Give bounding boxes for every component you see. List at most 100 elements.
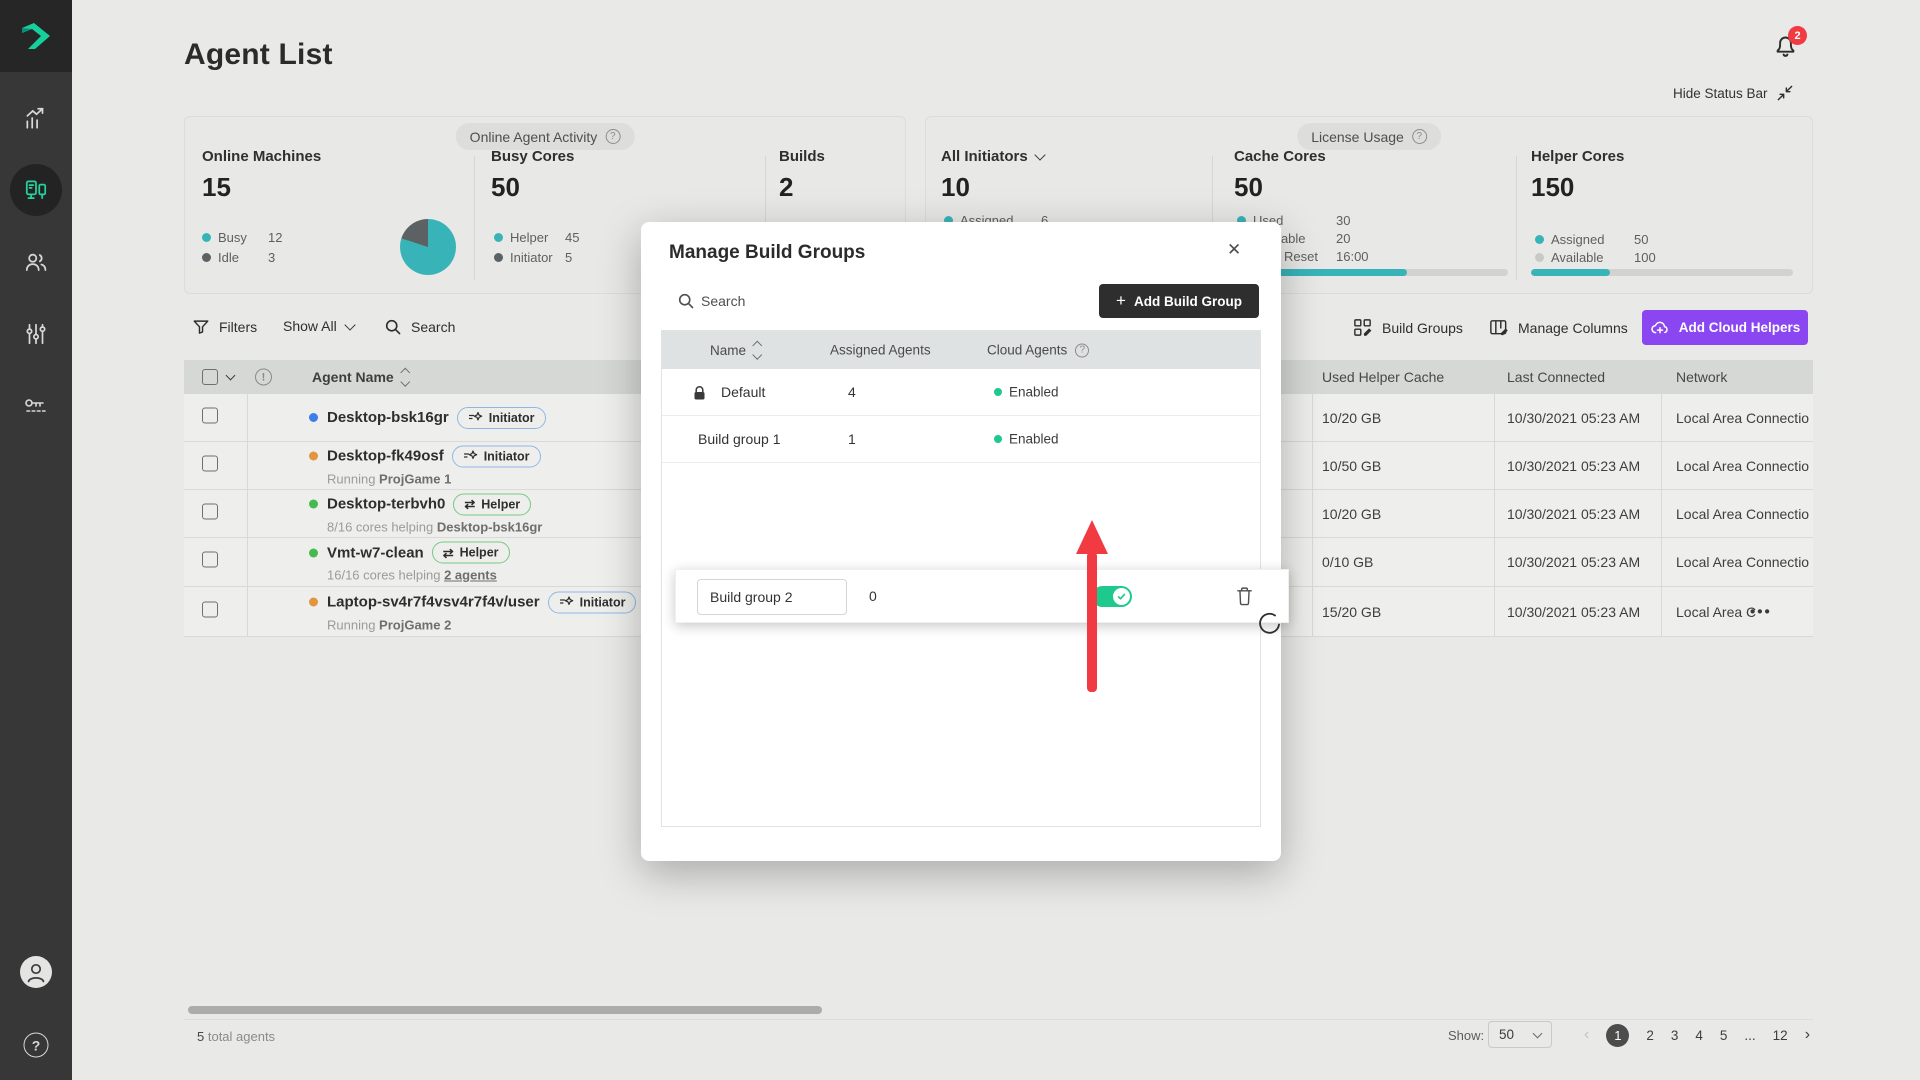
agent-name-column-header[interactable]: Agent Name bbox=[312, 367, 410, 387]
manage-columns-icon bbox=[1490, 320, 1508, 336]
cursor-artifact bbox=[1259, 612, 1280, 634]
agent-cell: Vmt-w7-clean ⇄ Helper 16/16 cores helpin… bbox=[309, 541, 510, 583]
all-initiators-value: 10 bbox=[941, 172, 970, 202]
help-tooltip-icon[interactable] bbox=[605, 129, 621, 144]
name-column-header[interactable]: Name bbox=[710, 340, 762, 360]
chart-icon bbox=[26, 107, 44, 129]
page-size-select[interactable]: 50 bbox=[1488, 1021, 1552, 1048]
delete-group-button[interactable] bbox=[1235, 585, 1254, 607]
chevron-down-icon bbox=[1034, 149, 1046, 161]
add-cloud-helpers-label: Add Cloud Helpers bbox=[1678, 320, 1801, 335]
agents-link[interactable]: 2 agents bbox=[444, 568, 497, 583]
group-name: Build group 1 bbox=[698, 431, 781, 447]
show-all-dropdown[interactable]: Show All bbox=[283, 318, 356, 334]
page-button[interactable]: 12 bbox=[1773, 1028, 1788, 1043]
row-checkbox[interactable] bbox=[202, 601, 218, 622]
network-cell: Local Area Connection bbox=[1676, 457, 1809, 474]
cloud-agents-label: Cloud Agents bbox=[987, 342, 1068, 358]
used-helper-cache-header: Used Helper Cache bbox=[1322, 369, 1445, 385]
badge-label: Initiator bbox=[483, 449, 530, 463]
page-button[interactable]: 4 bbox=[1695, 1028, 1703, 1043]
sidebar-item-profile[interactable] bbox=[19, 955, 53, 989]
sidebar-item-agents-active[interactable] bbox=[10, 164, 62, 216]
initiator-badge: Initiator bbox=[547, 591, 637, 613]
row-checkbox[interactable] bbox=[202, 551, 218, 573]
help-tooltip-icon[interactable] bbox=[1075, 343, 1090, 357]
build-groups-label: Build Groups bbox=[1382, 319, 1463, 336]
sidebar-item-help[interactable] bbox=[23, 1032, 49, 1058]
app-logo[interactable] bbox=[0, 0, 72, 72]
sidebar-item-settings[interactable] bbox=[23, 321, 49, 347]
chevron-down-icon bbox=[225, 370, 236, 381]
group-name-input[interactable] bbox=[697, 579, 847, 615]
cache-cores-label: Cache Cores bbox=[1234, 148, 1326, 165]
trash-icon bbox=[1237, 587, 1252, 606]
close-icon[interactable] bbox=[1227, 240, 1241, 260]
search-button[interactable]: Search bbox=[384, 318, 455, 336]
assigned-count: 4 bbox=[848, 384, 856, 400]
sidebar-item-dashboard[interactable] bbox=[23, 105, 49, 131]
connected-cell: 10/30/2021 05:23 AM bbox=[1507, 554, 1641, 570]
add-cloud-helpers-button[interactable]: Add Cloud Helpers bbox=[1642, 310, 1808, 345]
cache-cell: 15/20 GB bbox=[1322, 603, 1382, 620]
status-dot bbox=[309, 499, 318, 509]
select-all-checkbox[interactable] bbox=[202, 369, 236, 385]
notifications-button[interactable]: 2 bbox=[1772, 26, 1807, 66]
idle-label: Idle bbox=[218, 250, 239, 265]
row-checkbox[interactable] bbox=[202, 455, 218, 476]
network-cell: Local Area Connection bbox=[1676, 505, 1809, 522]
reset-label: Reset bbox=[1284, 249, 1318, 264]
status-dot bbox=[309, 451, 318, 461]
last-connected-header: Last Connected bbox=[1507, 369, 1606, 385]
hc-assigned-dot bbox=[1535, 235, 1544, 244]
build-group-row[interactable]: Build group 1 1 Enabled bbox=[662, 416, 1260, 463]
sidebar-item-users[interactable] bbox=[23, 249, 49, 275]
footer-divider bbox=[184, 1019, 1813, 1020]
horizontal-scrollbar[interactable] bbox=[188, 1006, 822, 1014]
helper-cores-label: Helper Cores bbox=[1531, 148, 1625, 165]
filter-icon bbox=[193, 320, 209, 334]
add-build-group-button[interactable]: Add Build Group bbox=[1099, 284, 1259, 318]
build-groups-icon bbox=[1354, 319, 1372, 336]
connected-cell: 10/30/2021 05:23 AM bbox=[1507, 505, 1641, 522]
network-cell: Local Area Connection bbox=[1676, 554, 1809, 570]
all-initiators-dropdown[interactable]: All Initiators bbox=[941, 148, 1046, 165]
row-checkbox[interactable] bbox=[202, 503, 218, 524]
agent-cell: Desktop-bsk16gr Initiator bbox=[309, 406, 546, 429]
column-divider bbox=[247, 360, 248, 637]
help-tooltip-icon[interactable] bbox=[1411, 129, 1427, 144]
more-options-button[interactable] bbox=[1750, 603, 1772, 620]
initiator-icon bbox=[463, 450, 478, 459]
reset-value: 16:00 bbox=[1336, 249, 1369, 264]
builds-value: 2 bbox=[779, 172, 794, 202]
sidebar-item-license[interactable] bbox=[22, 394, 50, 418]
filters-button[interactable]: Filters bbox=[192, 318, 257, 336]
agent-cell: Desktop-fk49osf Initiator Running ProjGa… bbox=[309, 445, 541, 486]
row-checkbox[interactable] bbox=[202, 407, 218, 428]
cloud-agents-toggle-on[interactable] bbox=[1092, 586, 1132, 607]
page-button[interactable]: 5 bbox=[1720, 1028, 1728, 1043]
connected-cell: 10/30/2021 05:23 AM bbox=[1507, 409, 1641, 426]
page-button[interactable]: 3 bbox=[1671, 1028, 1679, 1043]
initiator-icon bbox=[559, 596, 573, 605]
next-page-button[interactable] bbox=[1805, 1026, 1810, 1044]
manage-columns-label: Manage Columns bbox=[1518, 319, 1628, 336]
chevron-down-icon bbox=[344, 318, 356, 331]
sort-icon bbox=[752, 340, 762, 360]
prev-page-button[interactable] bbox=[1584, 1026, 1589, 1044]
plus-icon bbox=[1116, 291, 1126, 311]
helper-value: 45 bbox=[565, 230, 580, 245]
build-groups-button[interactable]: Build Groups bbox=[1352, 317, 1463, 338]
toggle-knob bbox=[1113, 588, 1130, 605]
alert-column-header bbox=[255, 368, 272, 386]
build-group-row-editing[interactable]: 0 bbox=[675, 569, 1289, 623]
manage-columns-button[interactable]: Manage Columns bbox=[1488, 317, 1628, 338]
page-button[interactable]: 2 bbox=[1646, 1028, 1654, 1043]
initiator-value: 5 bbox=[565, 250, 573, 265]
hide-status-bar-button[interactable]: Hide Status Bar bbox=[1673, 85, 1793, 101]
helper-cores-bar-fill bbox=[1531, 269, 1610, 276]
build-group-row[interactable]: Default 4 Enabled bbox=[662, 369, 1260, 416]
modal-search-input[interactable] bbox=[701, 286, 921, 316]
page-button-active[interactable]: 1 bbox=[1606, 1023, 1630, 1047]
chevron-down-icon bbox=[1532, 1028, 1543, 1039]
